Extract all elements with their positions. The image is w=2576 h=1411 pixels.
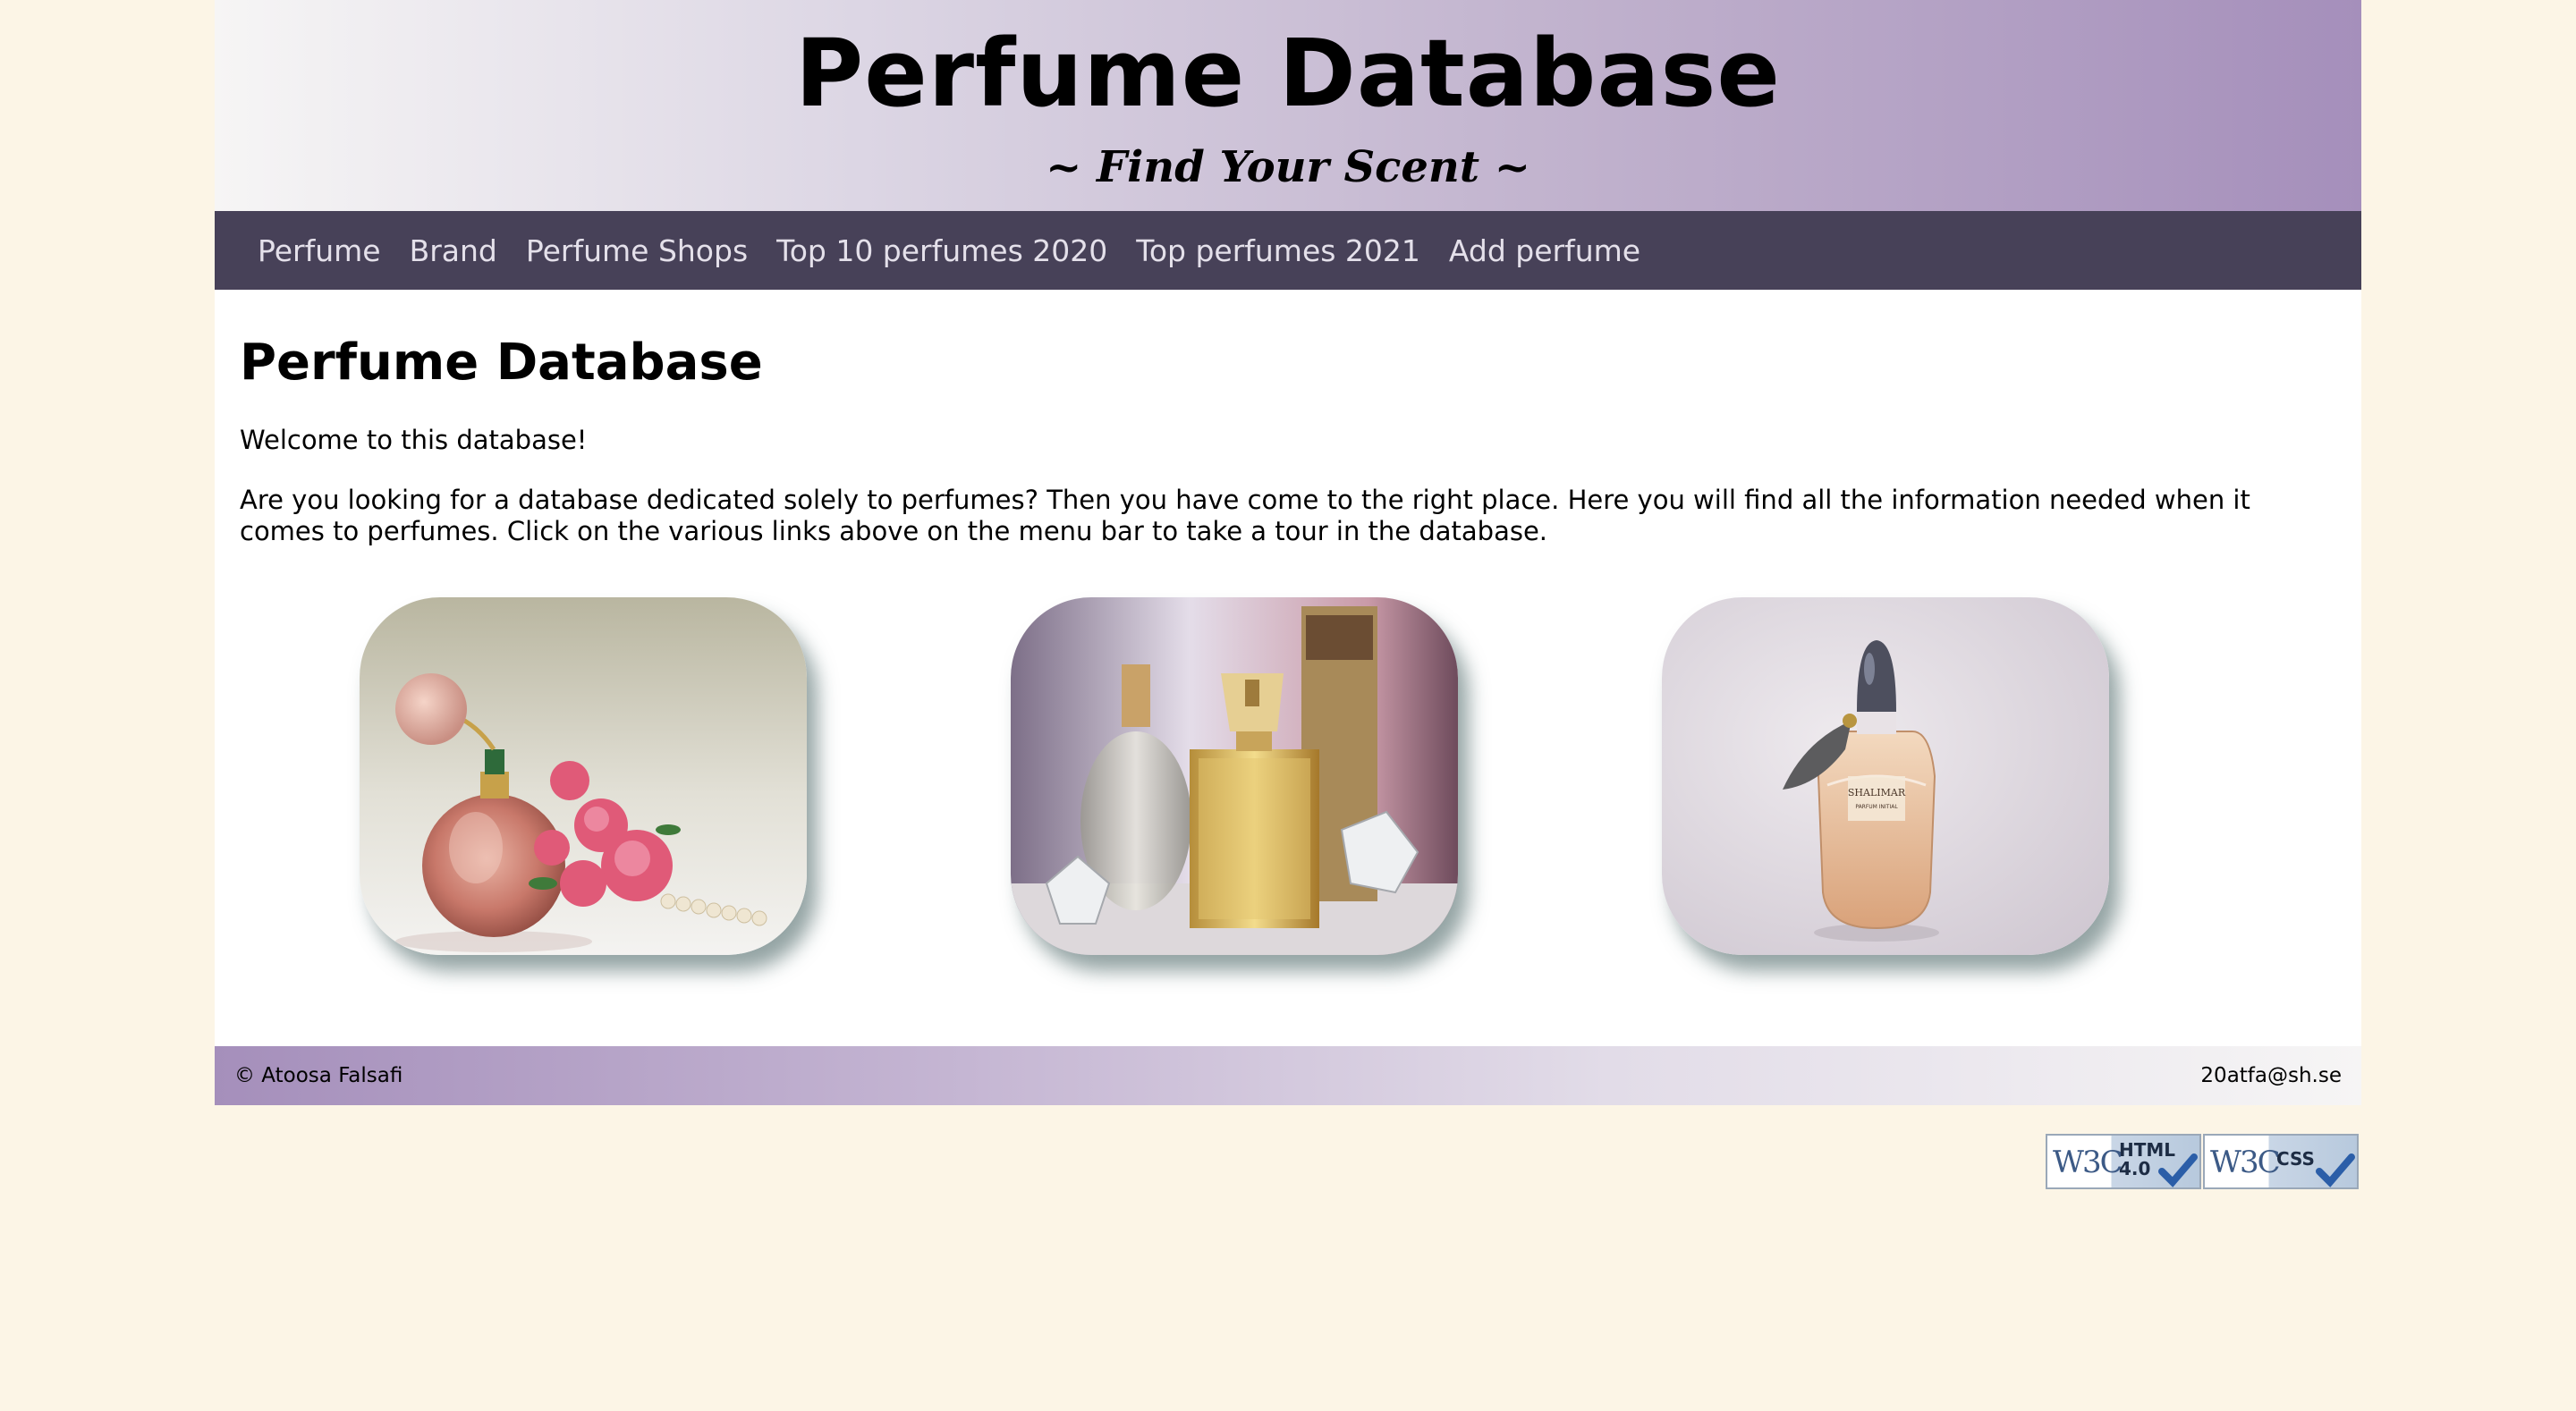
contact-email: 20atfa@sh.se (2200, 1064, 2342, 1087)
nav-item-add-perfume[interactable]: Add perfume (1449, 233, 1640, 268)
w3c-css-valid-badge[interactable]: W3C CSS (2203, 1134, 2359, 1189)
nav-item-perfume-shops[interactable]: Perfume Shops (526, 233, 748, 268)
main-menu: Perfume Brand Perfume Shops Top 10 perfu… (215, 211, 2361, 290)
shalimar-perfume-image: SHALIMAR PARFUM INITIAL (1662, 597, 2109, 955)
intro-text: Are you looking for a database dedicated… (240, 485, 2250, 546)
w3c-logo: W3C (2053, 1145, 2123, 1180)
photo-golden-perfumes (1011, 597, 1458, 955)
checkmark-icon (2316, 1153, 2355, 1187)
w3c-html-valid-badge[interactable]: W3C HTML 4.0 (2046, 1134, 2201, 1189)
nav-item-top-2021[interactable]: Top perfumes 2021 (1136, 233, 1420, 268)
main-content: Perfume Database Welcome to this databas… (215, 290, 2361, 1046)
copyright-text: © Atoosa Falsafi (234, 1064, 403, 1087)
welcome-text: Welcome to this database! (240, 425, 588, 455)
photo-gallery: SHALIMAR PARFUM INITIAL (215, 597, 2361, 955)
photo-pink-perfume (360, 597, 807, 955)
site-header: Perfume Database ~ Find Your Scent ~ (215, 0, 2361, 211)
page-heading: Perfume Database (240, 334, 763, 392)
site-title: Perfume Database (795, 19, 1781, 128)
nav-item-top-10-2020[interactable]: Top 10 perfumes 2020 (776, 233, 1107, 268)
photo-shalimar-perfume: SHALIMAR PARFUM INITIAL (1662, 597, 2109, 955)
validator-badges: W3C HTML 4.0 W3C CSS (2046, 1134, 2359, 1189)
css-label: CSS (2276, 1148, 2315, 1170)
html-label-line2: 4.0 (2119, 1158, 2151, 1179)
site-footer: © Atoosa Falsafi 20atfa@sh.se (215, 1046, 2361, 1105)
nav-item-brand[interactable]: Brand (410, 233, 497, 268)
w3c-logo: W3C (2210, 1145, 2281, 1180)
page-container: Perfume Database ~ Find Your Scent ~ Per… (215, 0, 2361, 1105)
bottle-label-subtext: PARFUM INITIAL (1855, 804, 1898, 810)
golden-perfume-image (1011, 597, 1458, 955)
checkmark-icon (2158, 1153, 2198, 1187)
site-tagline: ~ Find Your Scent ~ (1046, 142, 1530, 192)
bottle-label-text: SHALIMAR (1848, 787, 1906, 798)
nav-item-perfume[interactable]: Perfume (258, 233, 381, 268)
pink-perfume-image (360, 597, 807, 955)
